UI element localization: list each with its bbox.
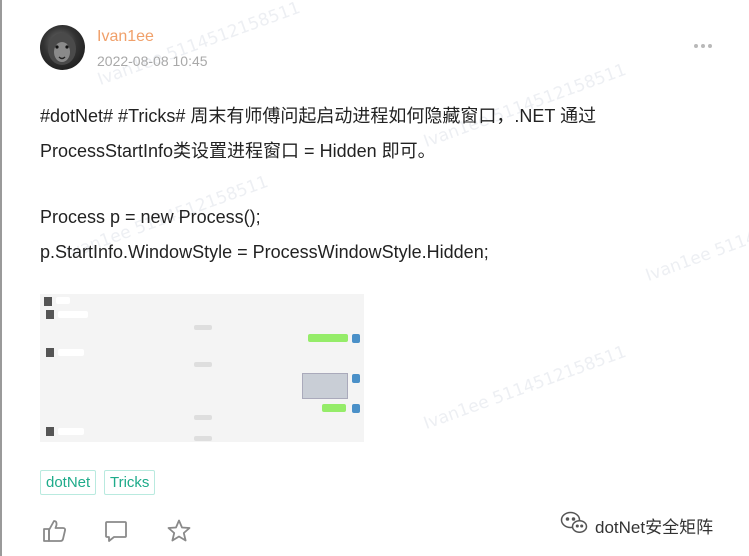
post-image-thumbnail[interactable] <box>40 294 364 442</box>
watermark: Ivan1ee 5114512158511 <box>421 342 629 434</box>
thumbs-up-icon[interactable] <box>42 518 68 544</box>
wechat-icon <box>560 511 588 540</box>
tag-dotnet[interactable]: dotNet <box>40 470 97 495</box>
post-text-line: Process p = new Process(); <box>40 207 261 227</box>
comment-icon[interactable] <box>103 518 129 544</box>
post-text-line: #dotNet# #Tricks# 周末有师傅问起启动进程如何隐藏窗口，.NET… <box>40 106 597 126</box>
more-options-icon[interactable] <box>694 35 718 48</box>
post-text-line: p.StartInfo.WindowStyle = ProcessWindowS… <box>40 242 489 262</box>
user-avatar[interactable] <box>40 25 85 70</box>
post-text-line: ProcessStartInfo类设置进程窗口 = Hidden 即可。 <box>40 141 436 161</box>
watermark: Ivan1ee 5114512158511 <box>643 194 749 286</box>
brand-name: dotNet安全矩阵 <box>595 517 714 537</box>
brand-label: dotNet安全矩阵 <box>560 511 714 540</box>
username[interactable]: Ivan1ee <box>97 28 154 46</box>
tag-tricks[interactable]: Tricks <box>104 470 156 495</box>
post-timestamp: 2022-08-08 10:45 <box>97 53 208 69</box>
left-border <box>0 0 2 556</box>
star-icon[interactable] <box>166 518 192 544</box>
